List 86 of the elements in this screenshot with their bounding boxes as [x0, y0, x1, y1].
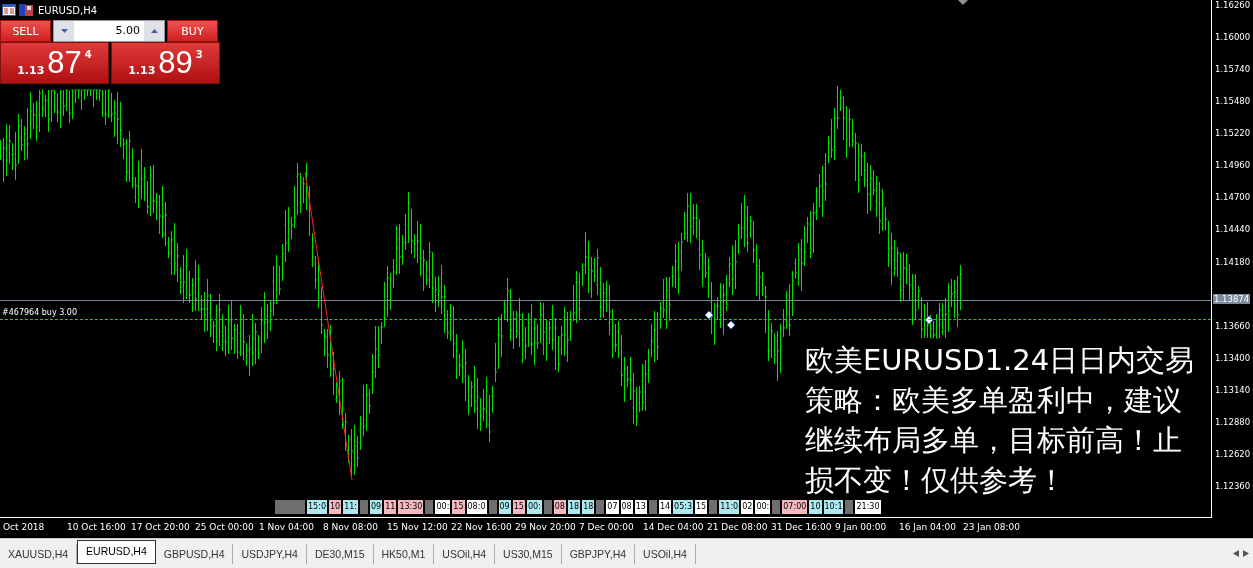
event-label[interactable]: 07:00	[782, 500, 808, 514]
chart-tab[interactable]: USOil,H4	[434, 543, 496, 564]
price-label: 1.16260	[1215, 0, 1251, 10]
price-label: 1.12880	[1215, 416, 1251, 427]
time-label: 21 Dec 08:00	[707, 521, 769, 534]
event-label[interactable]: 00:	[755, 500, 771, 514]
event-label[interactable]: 10	[328, 500, 342, 514]
chart-tab[interactable]: DE30,M15	[306, 543, 374, 564]
time-label: 22 Nov 16:00	[451, 521, 513, 534]
event-label[interactable]: 21:30	[855, 500, 881, 514]
shift-marker-icon[interactable]	[958, 0, 968, 5]
trade-marker-icon	[726, 320, 736, 330]
current-price-label: 1.13874	[1213, 294, 1251, 304]
buy-button[interactable]: BUY	[167, 20, 218, 42]
event-label[interactable]: 15	[452, 500, 465, 514]
time-label: 16 Jan 04:00	[899, 521, 957, 534]
chart-tab[interactable]: HK50,M1	[373, 543, 435, 564]
price-label: 1.12360	[1215, 481, 1251, 492]
event-label[interactable]: 07	[606, 500, 619, 514]
event-label[interactable]: 02	[741, 500, 754, 514]
chart-tab[interactable]: USDJPY,H4	[233, 543, 307, 564]
time-label: 10 Oct 16:00	[67, 521, 127, 534]
time-label: 29 Nov 20:00	[515, 521, 577, 534]
time-label: 14 Dec 04:00	[643, 521, 705, 534]
chart-tab[interactable]: USOil,H4	[635, 543, 696, 564]
event-label[interactable]: 00:	[526, 500, 542, 514]
time-label: 31 Dec 16:00	[771, 521, 833, 534]
event-label[interactable]: 05:3	[673, 500, 694, 514]
decrease-icon[interactable]	[54, 21, 74, 41]
trade-marker-icon	[704, 310, 714, 320]
chart-window-icon	[2, 4, 16, 16]
price-label: 1.14700	[1215, 192, 1251, 203]
event-label[interactable]: 10:1	[823, 500, 844, 514]
time-label: Oct 2018	[3, 521, 46, 534]
time-label: 8 Nov 08:00	[323, 521, 379, 534]
time-label: 9 Jan 00:00	[835, 521, 888, 534]
price-label: 1.14180	[1215, 256, 1251, 267]
trade-marker-icon	[924, 315, 934, 325]
event-label[interactable]: 13	[634, 500, 647, 514]
time-label: 17 Oct 20:00	[131, 521, 191, 534]
price-label: 1.12620	[1215, 448, 1251, 459]
price-label: 1.15740	[1215, 64, 1251, 75]
time-label: 1 Nov 04:00	[259, 521, 315, 534]
event-label[interactable]: 11:0	[719, 500, 740, 514]
time-label: 7 Dec 00:00	[579, 521, 635, 534]
event-label[interactable]: 08	[553, 500, 566, 514]
price-label: 1.13400	[1215, 352, 1251, 363]
event-label[interactable]: 11:	[343, 500, 359, 514]
time-label: 25 Oct 00:00	[195, 521, 255, 534]
price-label: 1.13140	[1215, 384, 1251, 395]
event-label[interactable]: 15	[695, 500, 708, 514]
event-label[interactable]: 15	[512, 500, 525, 514]
scroll-left-icon[interactable]	[1233, 550, 1239, 557]
price-label: 1.14960	[1215, 160, 1251, 171]
price-label: 1.16000	[1215, 32, 1251, 43]
event-label[interactable]: 09	[498, 500, 511, 514]
window-title: EURUSD,H4	[38, 4, 97, 16]
chart-tab[interactable]: GBPUSD,H4	[155, 543, 234, 564]
save-icon	[19, 4, 33, 16]
lot-size-field[interactable]: 5.00	[53, 20, 165, 42]
event-label[interactable]: 14	[658, 500, 672, 514]
chart-tab[interactable]: EURUSD,H4	[77, 539, 156, 564]
time-label: 23 Jan 08:00	[963, 521, 1021, 534]
event-label[interactable]: 00:	[435, 500, 451, 514]
event-label[interactable]: 08	[620, 500, 633, 514]
price-label: 1.15480	[1215, 96, 1251, 107]
event-label[interactable]: 13:30	[398, 500, 424, 514]
chart-tab[interactable]: GBPJPY,H4	[561, 543, 636, 564]
increase-icon[interactable]	[144, 21, 164, 41]
event-label[interactable]: 18	[582, 500, 595, 514]
event-label[interactable]: 11	[384, 500, 397, 514]
price-label: 1.13660	[1215, 320, 1251, 331]
event-label[interactable]: 18	[567, 500, 581, 514]
event-label[interactable]: 10	[809, 500, 822, 514]
chart-tab[interactable]: US30,M15	[495, 543, 562, 564]
order-line[interactable]	[0, 319, 1211, 320]
price-label: 1.15220	[1215, 128, 1251, 139]
event-label[interactable]: 15:0	[307, 500, 327, 514]
sell-button[interactable]: SELL	[0, 20, 51, 42]
price-label: 1.14440	[1215, 224, 1251, 235]
event-label[interactable]: 09	[370, 500, 383, 514]
time-label: 15 Nov 12:00	[387, 521, 449, 534]
scroll-right-icon[interactable]	[1243, 550, 1249, 557]
event-label[interactable]: 08:0	[466, 500, 487, 514]
order-label: #467964 buy 3.00	[2, 308, 78, 317]
strategy-note: 欧美EURUSD1.24日日内交易 策略：欧美多单盈利中，建议 继续布局多单，目标前高！止 损不变！仅供参考！	[805, 342, 1195, 499]
